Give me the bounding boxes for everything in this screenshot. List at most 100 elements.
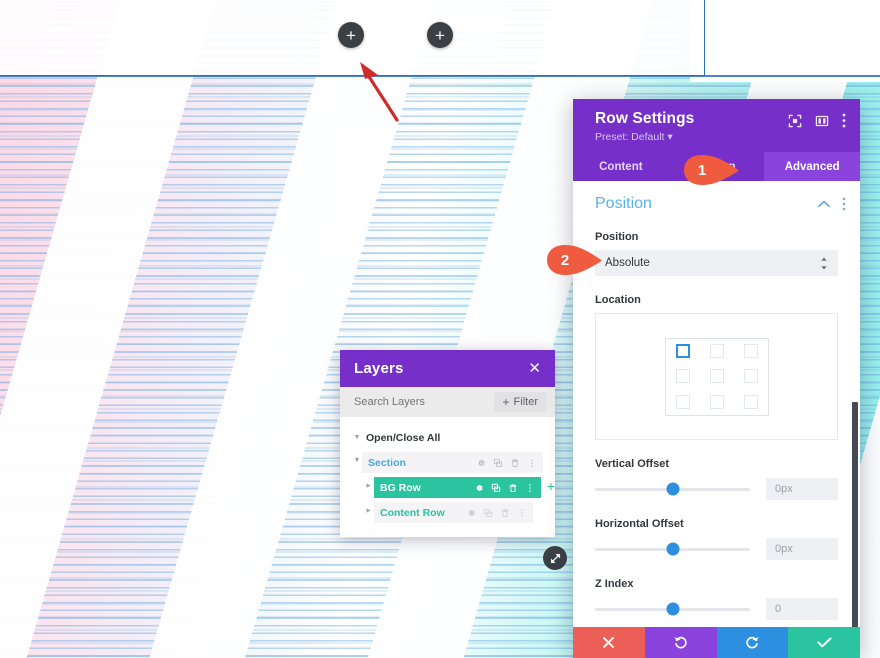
redo-icon <box>746 636 759 649</box>
chevron-down-icon[interactable]: ▼ <box>352 434 362 441</box>
open-close-all-row[interactable]: ▼ Open/Close All <box>340 427 555 448</box>
modal-footer <box>573 627 860 658</box>
callout-pin-1: 1 <box>683 154 741 186</box>
location-square <box>709 394 724 409</box>
layer-label: Content Row <box>380 506 445 519</box>
callout-number: 2 <box>560 251 570 269</box>
filter-button[interactable]: + Filter <box>493 392 547 412</box>
location-cell-top-center[interactable] <box>700 339 734 364</box>
trash-icon[interactable] <box>510 458 520 468</box>
slider-thumb[interactable] <box>666 602 679 616</box>
target-icon[interactable] <box>788 114 802 128</box>
location-square <box>675 344 690 359</box>
vertical-offset-slider[interactable] <box>595 482 750 496</box>
add-row-button[interactable]: + <box>547 479 555 493</box>
slider-thumb[interactable] <box>666 482 679 496</box>
layout-icon[interactable] <box>815 114 829 128</box>
layer-row-content-row-wrap: ▼ Content Row <box>340 498 555 523</box>
modal-header-icons <box>788 110 846 128</box>
tab-content[interactable]: Content <box>573 152 669 181</box>
preset-selector[interactable]: Preset: Default ▾ <box>595 131 846 143</box>
more-icon[interactable] <box>527 458 537 468</box>
location-cell-top-left[interactable] <box>666 339 700 364</box>
more-icon[interactable] <box>525 483 535 493</box>
more-icon[interactable] <box>842 197 846 211</box>
location-cell-top-right[interactable] <box>734 339 768 364</box>
layer-row-bg-row-wrap: ▼ BG Row + <box>340 473 555 498</box>
position-label: Position <box>595 231 639 243</box>
duplicate-icon[interactable] <box>493 458 503 468</box>
vertical-offset-label: Vertical Offset <box>595 458 669 470</box>
gear-icon[interactable] <box>474 483 484 493</box>
z-index-slider[interactable] <box>595 602 750 616</box>
section-title: Position <box>595 195 652 212</box>
add-module-left-button[interactable]: + <box>338 22 364 48</box>
close-icon[interactable]: ✕ <box>528 361 541 376</box>
duplicate-icon[interactable] <box>483 508 493 518</box>
preset-label: Preset: Default <box>595 131 665 143</box>
location-cell-middle-right[interactable] <box>734 364 768 389</box>
layer-row-section-wrap: ▼ Section <box>340 448 555 473</box>
chevron-right-icon[interactable]: ▼ <box>366 506 373 516</box>
gear-icon[interactable] <box>466 508 476 518</box>
horizontal-offset-input[interactable]: 0px <box>766 538 838 560</box>
layers-list: ▼ Open/Close All ▼ Section ▼ BG Row + ▼ … <box>340 417 555 537</box>
location-square <box>675 394 690 409</box>
location-cell-bottom-center[interactable] <box>700 389 734 414</box>
layer-row-bg-row[interactable]: BG Row <box>374 477 541 498</box>
modal-scrollbar[interactable] <box>852 402 858 627</box>
location-square <box>709 369 724 384</box>
layers-panel-title: Layers <box>354 360 404 377</box>
search-input[interactable] <box>352 395 476 409</box>
horizontal-offset-field: Horizontal Offset 0px <box>573 518 860 560</box>
layer-row-actions <box>466 508 533 518</box>
trash-icon[interactable] <box>500 508 510 518</box>
add-module-right-button[interactable]: + <box>427 22 453 48</box>
slider-thumb[interactable] <box>666 542 679 556</box>
z-index-input[interactable]: 0 <box>766 598 838 620</box>
tab-advanced[interactable]: Advanced <box>764 152 860 181</box>
layer-row-actions <box>476 458 543 468</box>
location-label: Location <box>595 294 641 306</box>
layers-panel: Layers ✕ + Filter ▼ Open/Close All ▼ Sec… <box>340 350 567 570</box>
vertical-offset-input[interactable]: 0px <box>766 478 838 500</box>
panel-resize-handle[interactable] <box>543 546 567 570</box>
plus-icon: + <box>435 25 445 45</box>
check-icon <box>816 637 832 648</box>
more-icon[interactable] <box>842 113 846 128</box>
location-cell-bottom-left[interactable] <box>666 389 700 414</box>
redo-button[interactable] <box>716 627 789 658</box>
callout-number: 1 <box>697 161 707 179</box>
z-index-field: Z Index 0 <box>573 578 860 620</box>
undo-button[interactable] <box>644 627 717 658</box>
layer-label: BG Row <box>380 481 421 494</box>
position-select[interactable]: Absolute <box>595 250 838 276</box>
layer-row-content-row[interactable]: Content Row <box>374 502 533 523</box>
plus-icon: + <box>346 25 356 45</box>
layer-label: Section <box>368 456 406 469</box>
layers-panel-header: Layers ✕ <box>340 350 555 387</box>
location-grid <box>664 337 769 416</box>
modal-header: Row Settings Preset: Default ▾ <box>573 99 860 152</box>
trash-icon[interactable] <box>508 483 518 493</box>
layers-search-bar: + Filter <box>340 387 555 417</box>
duplicate-icon[interactable] <box>491 483 501 493</box>
location-picker[interactable] <box>595 313 838 440</box>
save-button[interactable] <box>788 627 860 658</box>
more-icon[interactable] <box>517 508 527 518</box>
chevron-up-icon[interactable] <box>818 200 830 208</box>
chevron-right-icon[interactable]: ▼ <box>366 481 373 491</box>
gear-icon[interactable] <box>476 458 486 468</box>
location-cell-center[interactable] <box>700 364 734 389</box>
layer-row-section[interactable]: Section <box>362 452 543 473</box>
chevron-down-icon[interactable]: ▼ <box>352 457 362 464</box>
callout-pin-2: 2 <box>546 244 604 276</box>
location-square <box>675 369 690 384</box>
cancel-button[interactable] <box>573 627 645 658</box>
location-cell-middle-left[interactable] <box>666 364 700 389</box>
location-cell-bottom-right[interactable] <box>734 389 768 414</box>
filter-button-label: Filter <box>513 396 538 408</box>
select-arrows-icon <box>821 256 827 270</box>
horizontal-offset-slider[interactable] <box>595 542 750 556</box>
location-field: Location <box>573 294 860 440</box>
